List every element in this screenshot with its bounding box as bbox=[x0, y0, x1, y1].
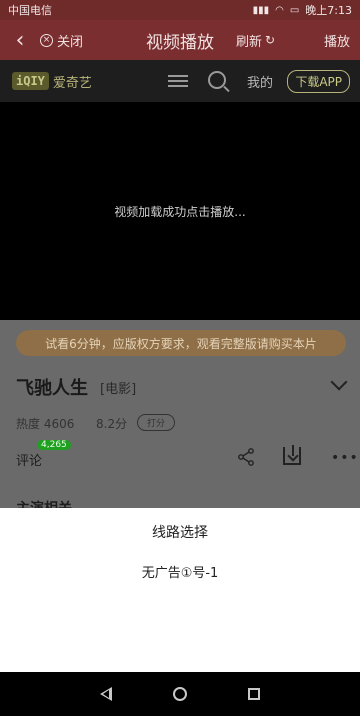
nav-recents-icon[interactable] bbox=[247, 688, 260, 700]
clock: 晚上7:13 bbox=[305, 4, 352, 17]
battery-icon: ▭ bbox=[289, 4, 300, 16]
chevron-down-icon[interactable] bbox=[330, 373, 348, 391]
close-button[interactable]: × 关闭 bbox=[40, 31, 83, 50]
signal-icon: ▮▮▮ bbox=[252, 4, 270, 16]
close-label: 关闭 bbox=[57, 34, 84, 50]
movie-title: 飞驰人生 bbox=[16, 378, 88, 399]
movie-info-panel: 试看6分钟，应版权方要求，观看完整版请购买本片 飞驰人生 [电影] 热度 460… bbox=[0, 320, 360, 517]
download-app-button[interactable]: 下载APP bbox=[287, 69, 350, 93]
score-value: 8.2分 bbox=[96, 417, 128, 431]
site-header: iQIY 爱奇艺 我的 下载APP bbox=[0, 60, 360, 102]
wifi-icon: ◠ bbox=[275, 4, 284, 16]
sheet-title: 线路选择 bbox=[152, 525, 208, 541]
iqiyi-logo[interactable]: iQIY bbox=[12, 72, 49, 90]
download-icon[interactable] bbox=[283, 445, 301, 465]
trial-banner[interactable]: 试看6分钟，应版权方要求，观看完整版请购买本片 bbox=[16, 330, 346, 356]
heat-value: 热度 4606 bbox=[16, 417, 75, 431]
title-bar: ‹ × 关闭 视频播放 刷新 ↻ 播放 bbox=[0, 20, 360, 60]
nav-home-icon[interactable] bbox=[172, 687, 187, 701]
video-player[interactable]: 视频加载成功点击播放... bbox=[0, 102, 360, 320]
more-icon[interactable]: ••• bbox=[331, 450, 359, 466]
mine-link[interactable]: 我的 bbox=[247, 72, 273, 91]
refresh-label: 刷新 bbox=[236, 34, 263, 50]
status-icons: ▮▮▮ ◠ ▭ 晚上7:13 bbox=[253, 2, 352, 18]
video-message: 视频加载成功点击播放... bbox=[114, 204, 246, 219]
carrier-label: 中国电信 bbox=[8, 4, 52, 17]
rate-button[interactable]: 打分 bbox=[137, 414, 176, 431]
system-nav-bar bbox=[0, 672, 360, 716]
line-option[interactable]: 无广告①号-1 bbox=[0, 562, 360, 581]
logo-text: 爱奇艺 bbox=[52, 75, 92, 91]
refresh-icon: ↻ bbox=[265, 33, 276, 47]
share-icon[interactable] bbox=[237, 448, 255, 466]
close-icon: × bbox=[40, 33, 53, 47]
line-selection-sheet: 线路选择 无广告①号-1 bbox=[0, 508, 360, 672]
menu-icon[interactable] bbox=[168, 72, 188, 90]
comment-link[interactable]: 评论 bbox=[16, 450, 42, 469]
movie-type: [电影] bbox=[100, 382, 137, 397]
refresh-button[interactable]: 刷新 ↻ bbox=[236, 31, 275, 50]
nav-back-icon[interactable] bbox=[100, 687, 113, 701]
back-button[interactable]: ‹ bbox=[0, 28, 40, 53]
status-bar: 中国电信 ▮▮▮ ◠ ▭ 晚上7:13 bbox=[0, 0, 360, 20]
comment-count-badge: 4,265 bbox=[37, 440, 71, 450]
play-button[interactable]: 播放 bbox=[324, 31, 350, 50]
search-icon[interactable] bbox=[208, 71, 226, 89]
